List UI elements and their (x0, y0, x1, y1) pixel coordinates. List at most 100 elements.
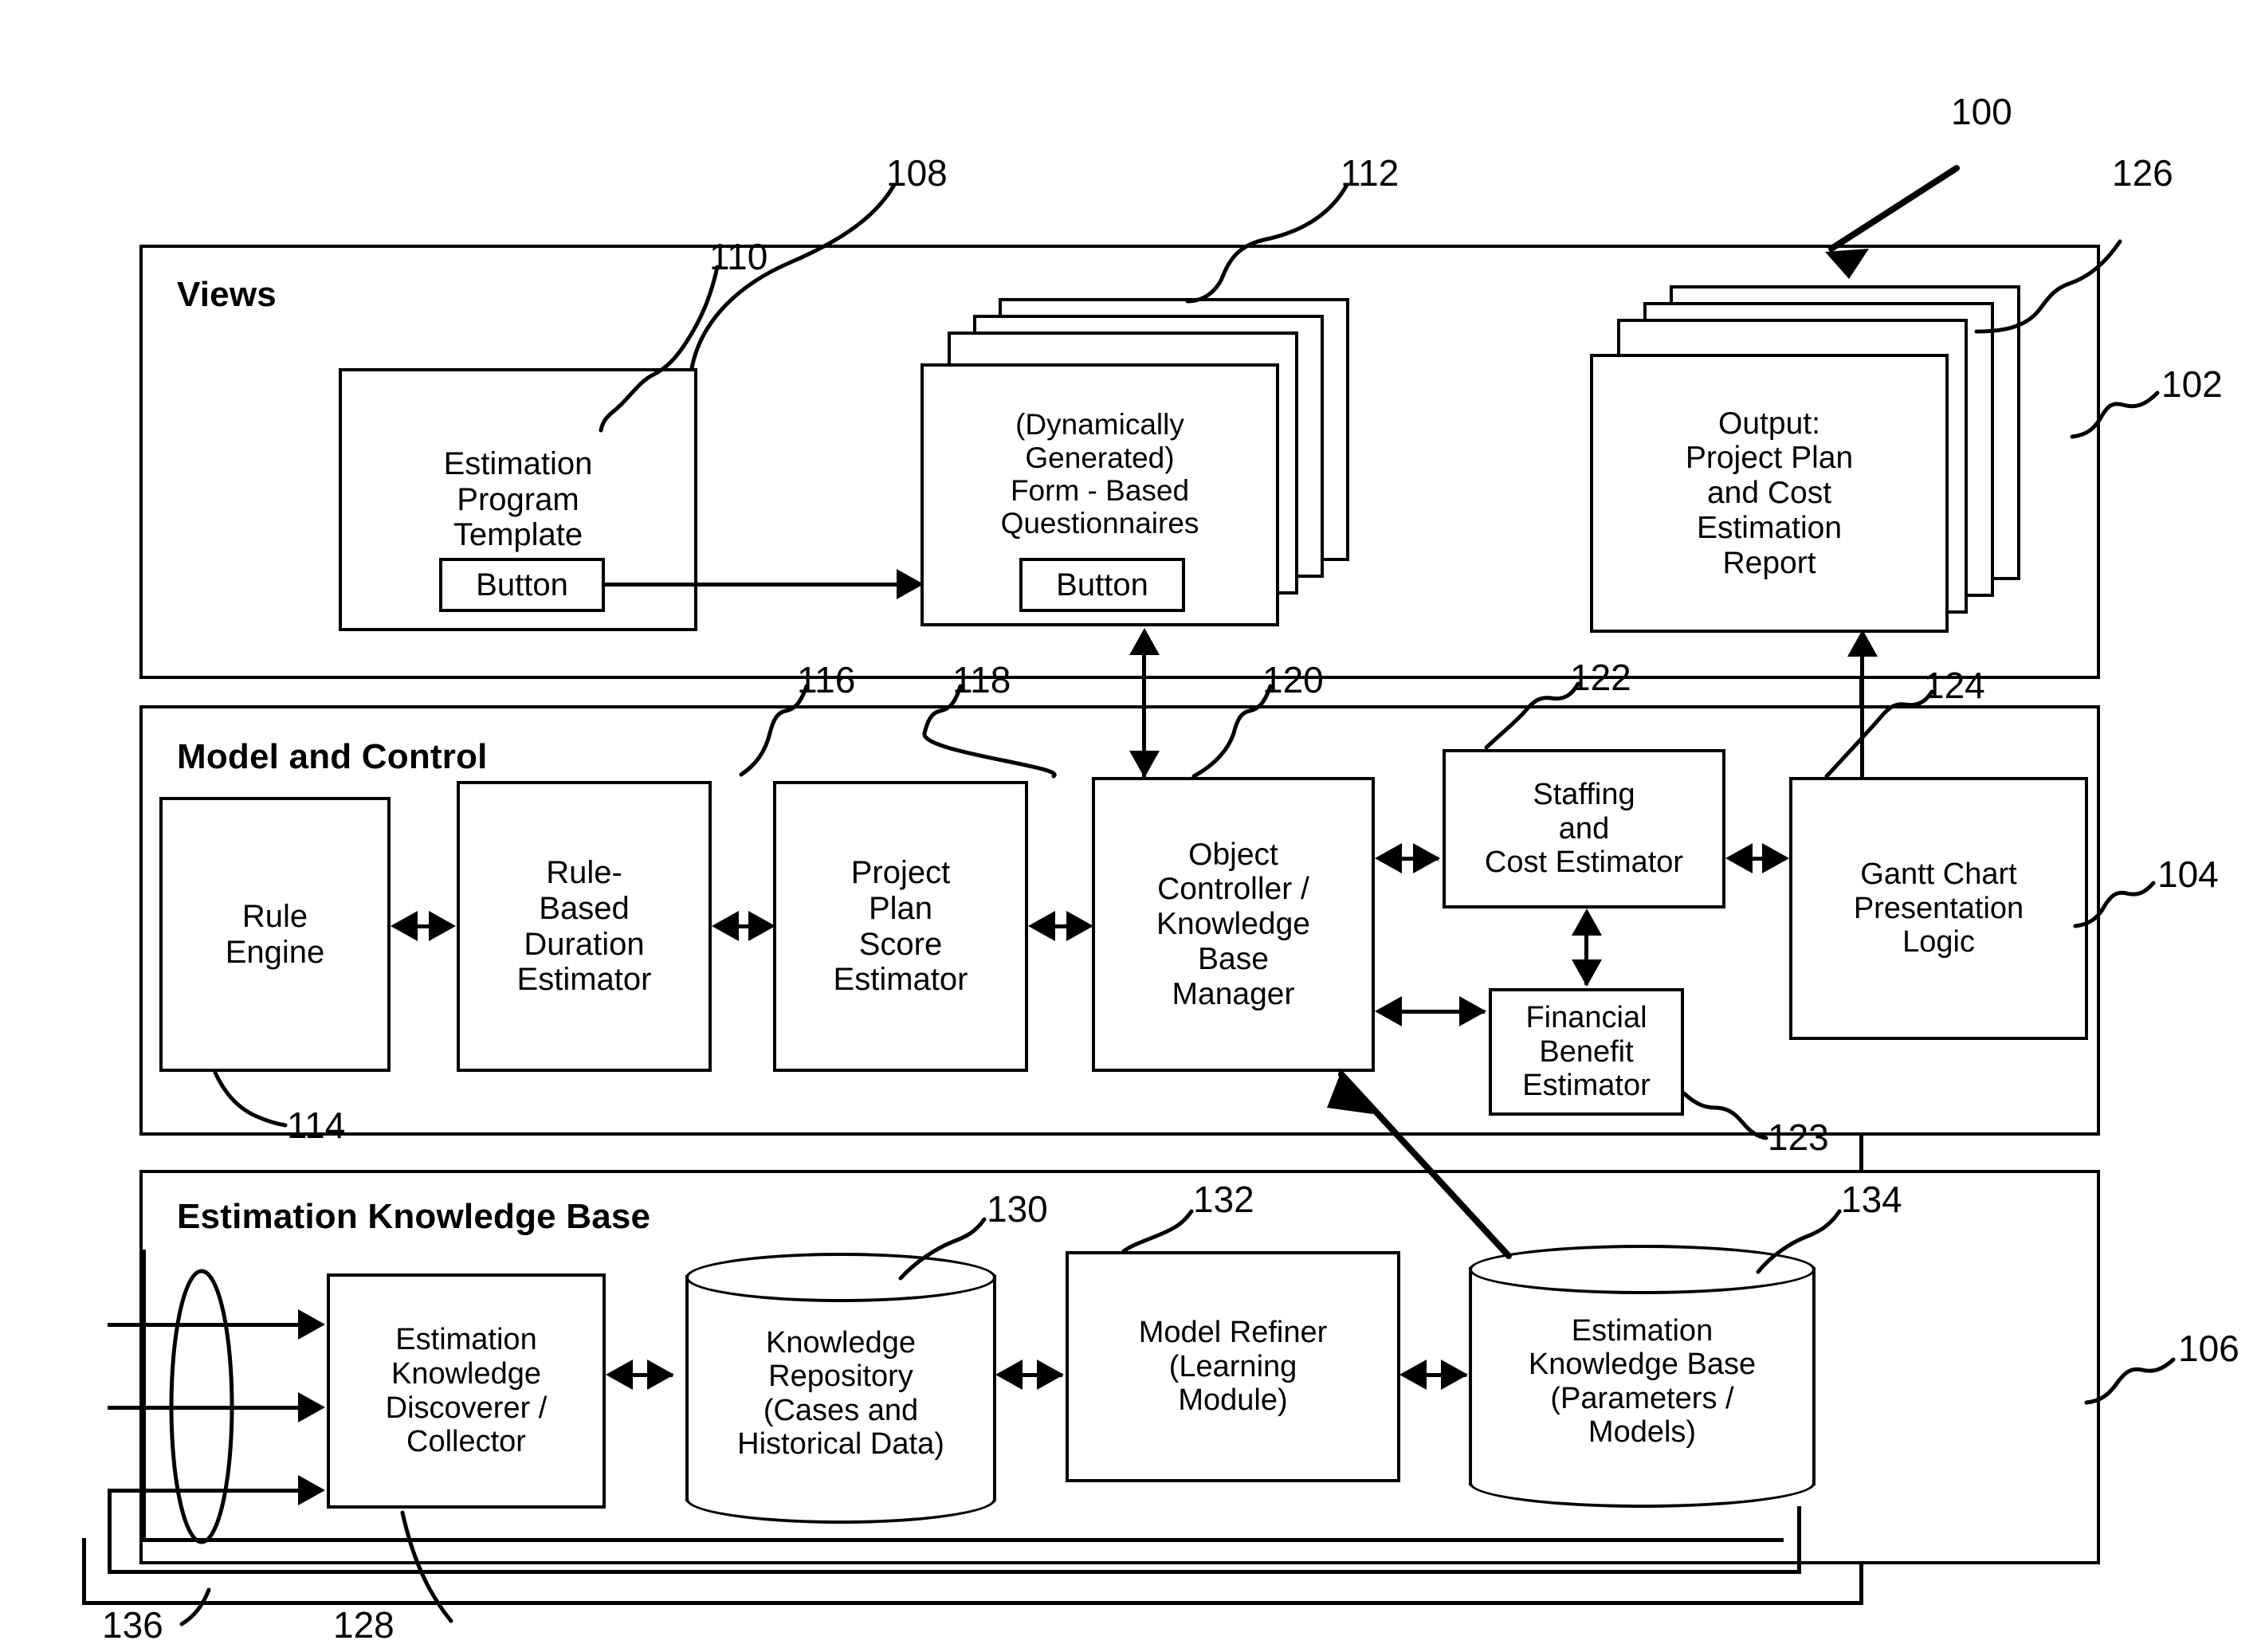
ppse-line1: Project (850, 854, 951, 890)
ref-106: 106 (2178, 1328, 2239, 1369)
estimation-knowledge-base-cylinder[interactable]: Estimation Knowledge Base (Parameters / … (1469, 1245, 1816, 1508)
gcpl-line1: Gantt Chart (1860, 857, 2017, 892)
ppse-line4: Estimator (833, 962, 968, 998)
link-discoverer-to-repository-head-left (606, 1360, 633, 1390)
ekb-line1: Estimation (1571, 1313, 1713, 1348)
questionnaire-button-label: Button (1056, 567, 1148, 602)
fbe-line3: Estimator (1522, 1069, 1651, 1103)
ref-136: 136 (102, 1604, 163, 1646)
ref-100: 100 (1951, 91, 2012, 132)
link-staffing-to-gantt-head-left (1725, 843, 1753, 873)
mr-line2: (Learning (1168, 1349, 1297, 1383)
staffing-and-cost-estimator-box[interactable]: Staffing and Cost Estimator (1443, 749, 1725, 908)
panel-model-title: Model and Control (177, 737, 488, 776)
kr-line4: Historical Data) (737, 1427, 944, 1462)
sace-line1: Staffing (1533, 778, 1635, 812)
rbde-line4: Estimator (516, 962, 652, 998)
ockbm-line3: Knowledge (1156, 907, 1310, 942)
input-arrow-3-line (108, 1489, 303, 1493)
ekdc-line4: Collector (406, 1425, 526, 1459)
link-gantt-to-output-line (1860, 638, 1864, 779)
ref-108: 108 (886, 152, 948, 194)
arrow-template-to-questionnaire-head (897, 569, 924, 599)
ref-128: 128 (333, 1604, 395, 1646)
ref-123: 123 (1768, 1116, 1829, 1158)
questionnaire-button[interactable]: Button (1019, 558, 1185, 612)
mr-line3: Module) (1178, 1383, 1288, 1418)
fbe-line1: Financial (1525, 1001, 1647, 1035)
ref-112: 112 (1341, 152, 1399, 194)
out-line5: Report (1722, 545, 1816, 580)
quest-line1: (Dynamically (1015, 408, 1184, 441)
project-plan-score-estimator-box[interactable]: Project Plan Score Estimator (773, 781, 1028, 1072)
link-controller-to-financial-head-left (1375, 996, 1402, 1026)
link-score-to-controller-head-left (1028, 911, 1055, 941)
ref-114: 114 (287, 1105, 346, 1146)
link-gantt-to-output-head-up (1847, 630, 1878, 657)
quest-line2: Generated) (1025, 441, 1175, 474)
financial-benefit-estimator-box[interactable]: Financial Benefit Estimator (1489, 988, 1684, 1116)
link-staffing-to-financial-head-up (1572, 908, 1602, 936)
gcpl-line2: Presentation (1853, 891, 2024, 925)
ockbm-line4: Base (1198, 941, 1269, 976)
sace-line2: and (1558, 811, 1610, 846)
input-arrow-1-line (108, 1323, 303, 1327)
ekdc-line2: Knowledge (391, 1356, 542, 1391)
knowledge-repository-cylinder[interactable]: Knowledge Repository (Cases and Historic… (685, 1253, 996, 1524)
input-arrow-2-line (108, 1406, 303, 1410)
ockbm-line1: Object (1188, 837, 1278, 872)
ref-124: 124 (1924, 665, 1985, 706)
out-line4: Estimation (1696, 510, 1843, 545)
ref-110: 110 (709, 236, 768, 277)
figure-canvas: Views Estimation Program Template Button… (0, 0, 2265, 1652)
link-rule-to-duration-head-left (391, 911, 418, 941)
out-line2: Project Plan (1685, 441, 1854, 476)
ref-132: 132 (1193, 1179, 1254, 1220)
ref-118: 118 (952, 659, 1011, 700)
template-button[interactable]: Button (439, 558, 605, 612)
ockbm-line2: Controller / (1157, 872, 1309, 907)
estimation-knowledge-discoverer-collector-box[interactable]: Estimation Knowledge Discoverer / Collec… (327, 1273, 606, 1509)
panel-kb-title: Estimation Knowledge Base (177, 1197, 651, 1236)
knowledge-repository-label: Knowledge Repository (Cases and Historic… (681, 1326, 1001, 1462)
rule-based-duration-estimator-box[interactable]: Rule- Based Duration Estimator (457, 781, 712, 1072)
template-button-label: Button (476, 567, 568, 602)
feedback-loop-right-edge (1797, 1506, 1801, 1573)
model-refiner-box[interactable]: Model Refiner (Learning Module) (1066, 1251, 1400, 1482)
ref-116: 116 (797, 659, 856, 700)
link-questionnaire-to-controller-head-up (1129, 628, 1160, 655)
panel-views-title: Views (177, 275, 277, 314)
out-line3: and Cost (1706, 476, 1832, 511)
link-controller-to-financial-head-right (1459, 996, 1486, 1026)
link-questionnaire-to-controller-head-down (1129, 751, 1160, 778)
link-staffing-to-gantt-head-right (1762, 843, 1789, 873)
tmpl-line3: Template (453, 517, 583, 553)
ekb-line2: Knowledge Base (1528, 1348, 1757, 1382)
ref-134: 134 (1841, 1179, 1902, 1220)
rule-engine-line1: Rule (241, 898, 308, 934)
outer-frame-left-edge (82, 1538, 86, 1603)
link-rule-to-duration-head-right (429, 911, 456, 941)
kr-line1: Knowledge (765, 1325, 917, 1360)
ref-120: 120 (1262, 659, 1324, 700)
ref-130: 130 (987, 1188, 1048, 1230)
rbde-line3: Duration (524, 926, 645, 962)
feedback-loop-left-edge (108, 1489, 112, 1573)
link-repository-to-refiner-head-right (1037, 1360, 1064, 1390)
ekb-line4: Models) (1588, 1415, 1697, 1450)
ppse-line3: Score (858, 926, 943, 962)
gantt-chart-presentation-logic-box[interactable]: Gantt Chart Presentation Logic (1789, 777, 2088, 1040)
link-discoverer-to-repository-head-right (647, 1360, 674, 1390)
output-report-box[interactable]: Output: Project Plan and Cost Estimation… (1590, 354, 1949, 633)
sace-line3: Cost Estimator (1484, 846, 1684, 880)
link-refiner-to-estkb-head-left (1399, 1360, 1427, 1390)
link-refiner-to-estkb-head-right (1441, 1360, 1468, 1390)
object-controller-knowledge-base-manager-box[interactable]: Object Controller / Knowledge Base Manag… (1092, 777, 1375, 1072)
kr-line3: (Cases and (763, 1393, 919, 1427)
ref-102: 102 (2161, 363, 2223, 405)
link-duration-to-score-head-left (712, 911, 739, 941)
rule-engine-box[interactable]: Rule Engine (159, 797, 391, 1072)
tmpl-line2: Program (457, 481, 579, 517)
quest-line4: Questionnaires (1000, 507, 1199, 540)
rbde-line1: Rule- (546, 854, 622, 890)
